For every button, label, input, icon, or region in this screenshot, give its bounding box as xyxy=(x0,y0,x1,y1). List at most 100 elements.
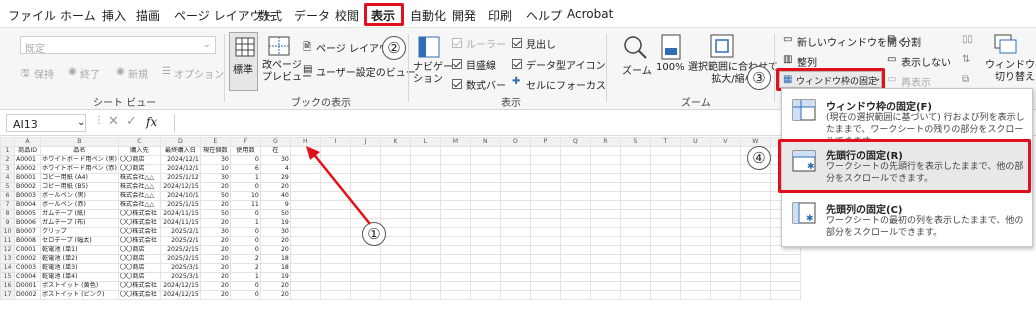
cell[interactable]: 0 xyxy=(229,227,261,237)
cell[interactable] xyxy=(709,146,741,156)
cell[interactable] xyxy=(379,290,411,300)
cell[interactable] xyxy=(649,236,681,246)
column-header[interactable]: G xyxy=(259,137,291,147)
cell[interactable] xyxy=(649,173,681,183)
cell[interactable] xyxy=(439,173,471,183)
cell[interactable] xyxy=(439,209,471,219)
cell[interactable] xyxy=(559,281,591,291)
cell[interactable] xyxy=(409,272,441,282)
cell[interactable]: 50 xyxy=(199,191,231,201)
cell[interactable]: 2024/11/15 xyxy=(159,218,201,228)
ruler-checkbox[interactable] xyxy=(452,38,462,48)
cell[interactable] xyxy=(649,182,681,192)
cell[interactable] xyxy=(409,191,441,201)
cell[interactable] xyxy=(679,191,711,201)
cell[interactable] xyxy=(679,218,711,228)
column-header[interactable]: E xyxy=(199,137,231,147)
enter-icon[interactable]: ✓ xyxy=(126,114,137,129)
cell[interactable]: 乾電池 (単4) xyxy=(40,272,119,282)
zoom-button[interactable]: ズーム xyxy=(622,62,652,77)
row-header[interactable]: 16 xyxy=(0,281,15,291)
cell[interactable] xyxy=(769,254,801,264)
cell[interactable] xyxy=(379,218,411,228)
cell[interactable]: 20 xyxy=(199,290,231,300)
cell[interactable] xyxy=(349,245,381,255)
cell[interactable] xyxy=(739,191,771,201)
cell[interactable]: 〇〇商店 xyxy=(117,254,161,264)
cell[interactable]: 20 xyxy=(199,272,231,282)
cell[interactable] xyxy=(469,200,501,210)
cell[interactable] xyxy=(559,155,591,165)
cell[interactable]: C0003 xyxy=(14,263,41,273)
cell[interactable]: 30 xyxy=(199,227,231,237)
tab-help[interactable]: ヘルプ xyxy=(526,7,562,24)
cell[interactable]: 18 xyxy=(259,254,291,264)
column-header[interactable]: S xyxy=(619,137,651,147)
cell[interactable]: A0002 xyxy=(14,164,41,174)
cell[interactable] xyxy=(319,281,351,291)
cell[interactable] xyxy=(559,254,591,264)
exit-button[interactable]: 終了 xyxy=(80,66,100,81)
cell[interactable]: 0 xyxy=(229,236,261,246)
cell[interactable] xyxy=(709,290,741,300)
cell[interactable]: 2025/1/15 xyxy=(159,200,201,210)
cell[interactable]: B0008 xyxy=(14,236,41,246)
focus-cell-button[interactable]: セルにフォーカス xyxy=(526,77,606,92)
cell[interactable] xyxy=(379,263,411,273)
cell[interactable] xyxy=(709,155,741,165)
formula-bar-checkbox[interactable] xyxy=(452,79,462,89)
cell[interactable]: 2 xyxy=(229,254,261,264)
cell[interactable] xyxy=(559,227,591,237)
cell[interactable] xyxy=(769,272,801,282)
cell[interactable] xyxy=(409,173,441,183)
cell[interactable]: 20 xyxy=(259,236,291,246)
cell[interactable]: ガムテープ (紙) xyxy=(40,209,119,219)
cell[interactable]: 〇〇商店 xyxy=(117,245,161,255)
cell[interactable]: 〇〇株式会社 xyxy=(117,218,161,228)
cell[interactable] xyxy=(739,245,771,255)
cell[interactable] xyxy=(679,227,711,237)
cell[interactable]: 20 xyxy=(259,182,291,192)
column-header[interactable]: F xyxy=(229,137,261,147)
cell[interactable] xyxy=(619,236,651,246)
cell[interactable] xyxy=(529,218,561,228)
cell[interactable] xyxy=(379,173,411,183)
cell[interactable] xyxy=(559,191,591,201)
cell[interactable]: 29 xyxy=(259,173,291,183)
cell[interactable]: C0004 xyxy=(14,272,41,282)
cell[interactable]: 2025/2/15 xyxy=(159,245,201,255)
cell[interactable] xyxy=(619,182,651,192)
cell[interactable]: クリップ xyxy=(40,227,119,237)
cell[interactable]: 2025/3/1 xyxy=(159,263,201,273)
cell[interactable] xyxy=(739,254,771,264)
cell[interactable] xyxy=(559,263,591,273)
select-all-corner[interactable] xyxy=(0,137,15,147)
cell[interactable]: ホワイトボード用ペン (赤) xyxy=(40,164,119,174)
navigation-button[interactable]: ナビゲー ション xyxy=(413,62,453,86)
cell[interactable] xyxy=(559,272,591,282)
cell[interactable] xyxy=(409,164,441,174)
cell[interactable]: 使用数 xyxy=(229,146,261,156)
cell[interactable] xyxy=(409,281,441,291)
cell[interactable] xyxy=(619,281,651,291)
cell[interactable]: 20 xyxy=(259,245,291,255)
cell[interactable] xyxy=(409,290,441,300)
cell[interactable] xyxy=(559,164,591,174)
cell[interactable] xyxy=(649,281,681,291)
column-header[interactable]: W xyxy=(739,137,771,147)
cell[interactable] xyxy=(589,173,621,183)
cell[interactable]: 20 xyxy=(199,254,231,264)
cell[interactable] xyxy=(439,263,471,273)
row-header[interactable]: 17 xyxy=(0,290,15,300)
cell[interactable]: 50 xyxy=(259,209,291,219)
cell[interactable]: B0003 xyxy=(14,191,41,201)
cell[interactable]: 19 xyxy=(259,218,291,228)
column-header[interactable]: L xyxy=(409,137,441,147)
cell[interactable] xyxy=(529,281,561,291)
cell[interactable] xyxy=(739,227,771,237)
cell[interactable] xyxy=(619,218,651,228)
cell[interactable] xyxy=(739,281,771,291)
cell[interactable] xyxy=(709,263,741,273)
cell[interactable]: 2024/12/15 xyxy=(159,281,201,291)
cell[interactable] xyxy=(529,245,561,255)
